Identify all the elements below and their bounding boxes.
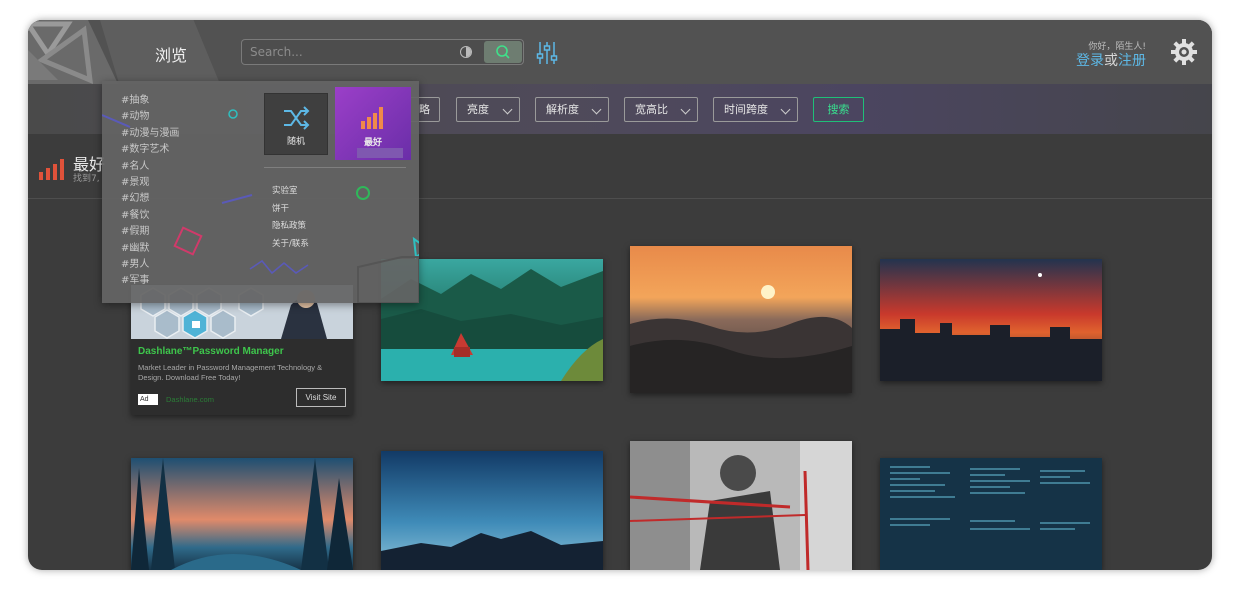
ad-visit-button[interactable]: Visit Site: [296, 388, 346, 407]
wallpaper-thumbnail[interactable]: [630, 246, 852, 393]
ad-card[interactable]: Dashlane™Password Manager Market Leader …: [131, 285, 353, 415]
chevron-down-icon: [591, 104, 602, 115]
dropdown-divider: [264, 167, 406, 168]
random-tile[interactable]: 随机: [264, 93, 328, 155]
bar-chart-icon: [361, 107, 383, 129]
contrast-icon[interactable]: [460, 46, 472, 58]
chevron-down-icon: [780, 104, 791, 115]
ad-domain[interactable]: Dashlane.com: [166, 395, 214, 404]
browse-dropdown: #抽象 #动物 #动漫与漫画 #数字艺术 #名人 #景观 #幻想 #餐饮 #假期…: [102, 81, 419, 303]
chevron-down-icon: [502, 104, 513, 115]
shuffle-icon: [284, 106, 310, 130]
search-button[interactable]: [484, 41, 522, 63]
ad-title[interactable]: Dashlane™Password Manager: [138, 346, 284, 357]
category-item[interactable]: #数字艺术: [121, 142, 179, 158]
category-item[interactable]: #幽默: [121, 241, 179, 257]
filter-timespan[interactable]: 时间跨度: [713, 97, 798, 122]
wallpaper-thumbnail[interactable]: [381, 451, 603, 570]
or-text: 或: [1104, 53, 1118, 69]
filter-label: 亮度: [467, 103, 489, 116]
lab-link[interactable]: 实验室: [272, 183, 309, 201]
privacy-link[interactable]: 隐私政策: [272, 218, 309, 236]
category-item[interactable]: #名人: [121, 159, 179, 175]
search-input[interactable]: [250, 40, 450, 64]
ad-description: Market Leader in Password Management Tec…: [138, 363, 323, 382]
gear-icon[interactable]: [1170, 38, 1198, 66]
category-list: #抽象 #动物 #动漫与漫画 #数字艺术 #名人 #景观 #幻想 #餐饮 #假期…: [121, 93, 179, 290]
category-item[interactable]: #抽象: [121, 93, 179, 109]
register-link[interactable]: 注册: [1118, 53, 1146, 69]
wallpaper-thumbnail[interactable]: [880, 458, 1102, 570]
category-item[interactable]: #军事: [121, 273, 179, 289]
cookies-link[interactable]: 饼干: [272, 201, 309, 219]
best-highlight-bar: [357, 148, 403, 158]
category-item[interactable]: #幻想: [121, 191, 179, 207]
category-item[interactable]: #假期: [121, 224, 179, 240]
category-item[interactable]: #景观: [121, 175, 179, 191]
wallpaper-thumbnail[interactable]: [630, 441, 852, 570]
category-item[interactable]: #男人: [121, 257, 179, 273]
filter-brightness[interactable]: 亮度: [456, 97, 520, 122]
wallpaper-thumbnail[interactable]: [131, 458, 353, 570]
random-label: 随机: [286, 137, 305, 147]
search-icon: [496, 45, 510, 59]
filter-partial-label: 略: [419, 103, 430, 116]
category-item[interactable]: #动漫与漫画: [121, 126, 179, 142]
category-item[interactable]: #餐饮: [121, 208, 179, 224]
search-box: [241, 39, 524, 65]
bar-chart-icon: [39, 159, 64, 180]
filter-label: 时间跨度: [724, 103, 768, 116]
best-tile[interactable]: 最好: [335, 87, 411, 160]
filter-resolution[interactable]: 解析度: [535, 97, 609, 122]
browser-window: 浏览 你好，陌生人! 登录或注册: [28, 20, 1212, 570]
filter-aspect-ratio[interactable]: 宽高比: [624, 97, 698, 122]
browse-tab[interactable]: 浏览: [155, 42, 187, 66]
ad-badge[interactable]: Ad: [138, 394, 158, 405]
about-contact-link[interactable]: 关于/联系: [272, 236, 309, 254]
auth-links: 登录或注册: [1076, 50, 1146, 70]
search-submit-button[interactable]: 搜索: [813, 97, 864, 122]
result-count: 找到7,: [73, 174, 100, 184]
login-link[interactable]: 登录: [1076, 53, 1104, 69]
filter-label: 解析度: [546, 103, 579, 116]
top-bar: 浏览 你好，陌生人! 登录或注册: [28, 20, 1212, 84]
category-item[interactable]: #动物: [121, 109, 179, 125]
best-label: 最好: [363, 138, 382, 148]
filter-sliders-icon[interactable]: [536, 41, 558, 65]
wallpaper-thumbnail[interactable]: [880, 259, 1102, 381]
chevron-down-icon: [680, 104, 691, 115]
filter-label: 宽高比: [635, 103, 668, 116]
dropdown-links: 实验室 饼干 隐私政策 关于/联系: [272, 183, 309, 253]
